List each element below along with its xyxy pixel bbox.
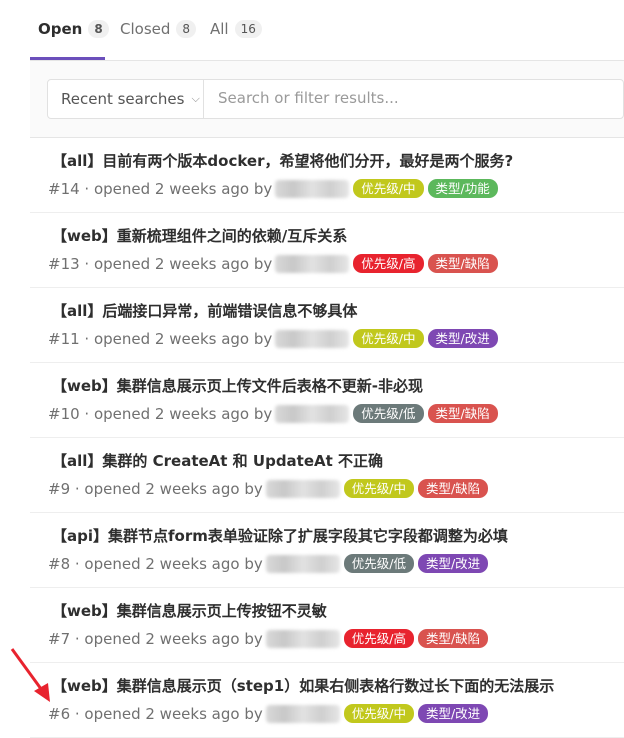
issue-title-link[interactable]: 【web】集群信息展示页上传按钮不灵敏 <box>52 600 327 621</box>
issue-meta: #13 · opened 2 weeks ago by 优先级/高 类型/缺陷 <box>48 254 498 273</box>
issue-list: 【all】目前有两个版本docker，希望将他们分开，最好是两个服务? #14 ·… <box>30 138 624 738</box>
redacted-author-name[interactable] <box>275 329 350 348</box>
issue-label-badge[interactable]: 优先级/中 <box>353 329 424 348</box>
tab-all-label: All <box>210 20 229 38</box>
issue-title-link[interactable]: 【all】集群的 CreateAt 和 UpdateAt 不正确 <box>52 450 383 471</box>
issue-meta-text: #11 · opened 2 weeks ago by <box>48 329 273 348</box>
issue-row[interactable]: 【api】集群节点form表单验证除了扩展字段其它字段都调整为必填 #8 · op… <box>30 513 624 588</box>
issue-row[interactable]: 【web】集群信息展示页上传文件后表格不更新-非必现 #10 · opened 2… <box>30 363 624 438</box>
issue-row[interactable]: 【all】目前有两个版本docker，希望将他们分开，最好是两个服务? #14 ·… <box>30 138 624 213</box>
issue-meta-text: #6 · opened 2 weeks ago by <box>48 704 263 723</box>
recent-searches-label: Recent searches <box>61 90 185 108</box>
issue-meta: #6 · opened 2 weeks ago by 优先级/中 类型/改进 <box>48 704 489 723</box>
issue-label-badge[interactable]: 类型/改进 <box>427 329 498 348</box>
issue-meta: #9 · opened 2 weeks ago by 优先级/中 类型/缺陷 <box>48 479 489 498</box>
issue-state-tabs: Open 8 Closed 8 All 16 <box>30 0 624 61</box>
redacted-author-name[interactable] <box>265 554 340 573</box>
issue-label-badge[interactable]: 优先级/高 <box>353 254 424 273</box>
redacted-author-name[interactable] <box>275 404 350 423</box>
tab-open-label: Open <box>38 20 83 38</box>
tab-open-count: 8 <box>88 20 109 38</box>
redacted-author-name[interactable] <box>265 704 340 723</box>
issue-label-badge[interactable]: 类型/缺陷 <box>427 254 498 273</box>
redacted-author-name[interactable] <box>275 179 350 198</box>
issue-row[interactable]: 【web】集群信息展示页上传按钮不灵敏 #7 · opened 2 weeks a… <box>30 588 624 663</box>
issue-title-link[interactable]: 【web】集群信息展示页（step1）如果右侧表格行数过长下面的无法展示 <box>52 675 554 696</box>
issue-label-badge[interactable]: 类型/缺陷 <box>427 404 498 423</box>
issue-label-badge[interactable]: 优先级/低 <box>343 554 414 573</box>
issue-meta-text: #10 · opened 2 weeks ago by <box>48 404 273 423</box>
issue-row[interactable]: 【web】重新梳理组件之间的依赖/互斥关系 #13 · opened 2 week… <box>30 213 624 288</box>
issue-meta-text: #7 · opened 2 weeks ago by <box>48 629 263 648</box>
search-input[interactable]: Search or filter results... <box>218 89 399 107</box>
tab-all-count: 16 <box>234 20 262 38</box>
issue-label-badge[interactable]: 类型/缺陷 <box>417 629 489 648</box>
filter-box: Recent searches ⌵ Search or filter resul… <box>47 79 624 119</box>
issue-row[interactable]: 【web】集群信息展示页（step1）如果右侧表格行数过长下面的无法展示 #6 ·… <box>30 663 624 738</box>
issue-meta: #10 · opened 2 weeks ago by 优先级/低 类型/缺陷 <box>48 404 498 423</box>
issue-title-link[interactable]: 【web】集群信息展示页上传文件后表格不更新-非必现 <box>52 375 423 396</box>
issue-label-badge[interactable]: 优先级/中 <box>353 179 424 198</box>
issue-meta-text: #14 · opened 2 weeks ago by <box>48 179 273 198</box>
redacted-author-name[interactable] <box>275 254 350 273</box>
issue-label-badge[interactable]: 优先级/中 <box>343 704 414 723</box>
issue-meta-text: #13 · opened 2 weeks ago by <box>48 254 273 273</box>
recent-searches-dropdown[interactable]: Recent searches ⌵ <box>48 80 204 118</box>
issue-label-badge[interactable]: 优先级/高 <box>343 629 414 648</box>
issue-row[interactable]: 【all】后端接口异常，前端错误信息不够具体 #11 · opened 2 wee… <box>30 288 624 363</box>
issue-row[interactable]: 【all】集群的 CreateAt 和 UpdateAt 不正确 #9 · ope… <box>30 438 624 513</box>
issue-label-badge[interactable]: 类型/缺陷 <box>417 479 489 498</box>
issue-title-link[interactable]: 【all】目前有两个版本docker，希望将他们分开，最好是两个服务? <box>52 150 513 171</box>
issue-label-badge[interactable]: 优先级/低 <box>353 404 424 423</box>
tab-closed-label: Closed <box>120 20 171 38</box>
tab-closed-count: 8 <box>176 20 197 38</box>
filter-bar: Recent searches ⌵ Search or filter resul… <box>30 61 624 138</box>
issue-meta: #7 · opened 2 weeks ago by 优先级/高 类型/缺陷 <box>48 629 489 648</box>
issue-title-link[interactable]: 【api】集群节点form表单验证除了扩展字段其它字段都调整为必填 <box>52 525 508 546</box>
redacted-author-name[interactable] <box>265 479 340 498</box>
issue-meta: #14 · opened 2 weeks ago by 优先级/中 类型/功能 <box>48 179 498 198</box>
tab-closed[interactable]: Closed 8 <box>120 20 197 38</box>
issue-label-badge[interactable]: 类型/改进 <box>417 704 489 723</box>
active-tab-indicator <box>30 57 105 60</box>
red-arrow-annotation <box>10 648 50 702</box>
issue-label-badge[interactable]: 类型/改进 <box>417 554 489 573</box>
issue-label-badge[interactable]: 类型/功能 <box>427 179 498 198</box>
issue-label-badge[interactable]: 优先级/中 <box>343 479 414 498</box>
tab-all[interactable]: All 16 <box>210 20 262 38</box>
issue-meta-text: #8 · opened 2 weeks ago by <box>48 554 263 573</box>
chevron-down-icon: ⌵ <box>191 92 200 105</box>
issue-title-link[interactable]: 【all】后端接口异常，前端错误信息不够具体 <box>52 300 357 321</box>
redacted-author-name[interactable] <box>265 629 340 648</box>
issue-meta: #8 · opened 2 weeks ago by 优先级/低 类型/改进 <box>48 554 489 573</box>
tab-open[interactable]: Open 8 <box>38 20 109 38</box>
issue-meta-text: #9 · opened 2 weeks ago by <box>48 479 263 498</box>
issue-meta: #11 · opened 2 weeks ago by 优先级/中 类型/改进 <box>48 329 498 348</box>
issue-title-link[interactable]: 【web】重新梳理组件之间的依赖/互斥关系 <box>52 225 347 246</box>
